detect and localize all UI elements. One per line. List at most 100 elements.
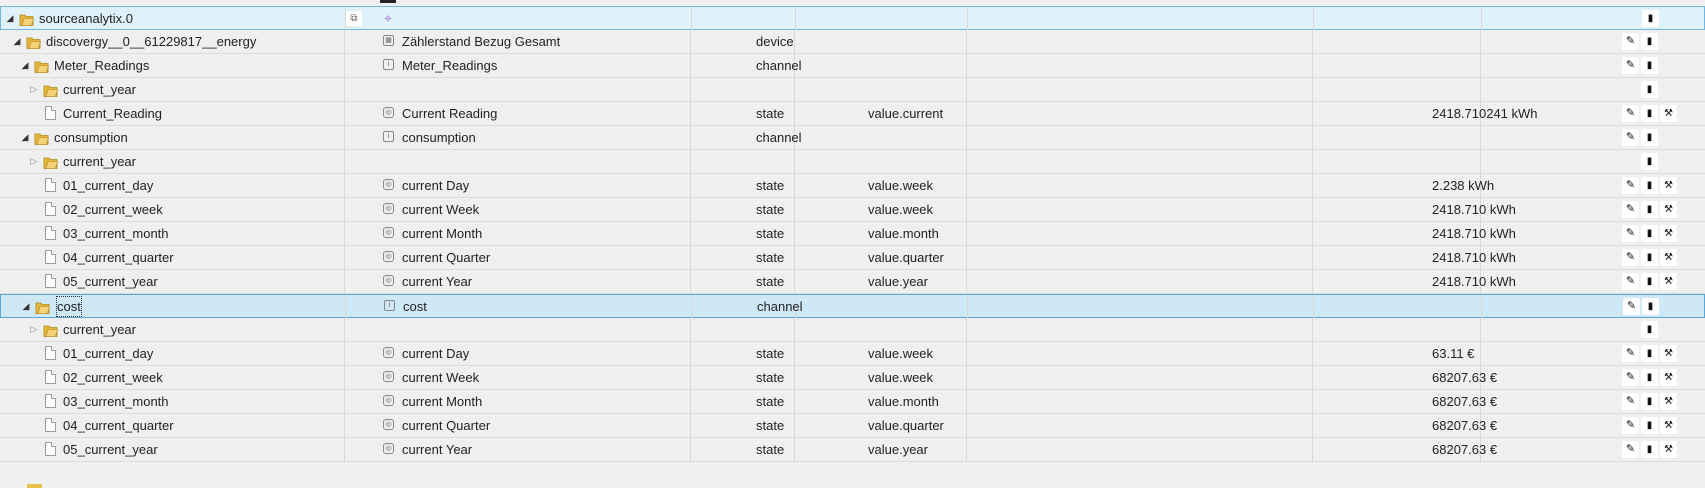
delete-trash-icon[interactable]: ▮ [1641, 273, 1658, 290]
settings-wrench-icon[interactable]: ⚒ [1660, 441, 1677, 458]
title-cell: ◎ Current Reading [380, 102, 750, 125]
tree-row[interactable]: 02_current_week ◎ current Week state value.w… [0, 198, 1705, 222]
object-title: current Year [402, 442, 473, 457]
settings-wrench-icon[interactable]: ⚒ [1660, 201, 1677, 218]
object-value [1432, 126, 1612, 149]
column-resize-marker[interactable] [380, 0, 396, 3]
tree-row[interactable]: 04_current_quarter ◎ current Quarter state v… [0, 414, 1705, 438]
triangle-right-icon[interactable]: ▷ [28, 78, 40, 101]
settings-wrench-icon[interactable]: ⚒ [1660, 345, 1677, 362]
actions-cell: ▮ [1615, 7, 1705, 30]
settings-wrench-icon[interactable]: ⚒ [1660, 249, 1677, 266]
edit-pencil-icon[interactable]: ✎ [1622, 441, 1639, 458]
delete-trash-icon[interactable]: ▮ [1641, 57, 1658, 74]
tree-row[interactable]: 05_current_year ◎ current Year state value.y… [0, 270, 1705, 294]
edit-pencil-icon[interactable]: ✎ [1622, 33, 1639, 50]
triangle-down-icon[interactable]: ◢ [20, 295, 32, 318]
tree-row[interactable]: 04_current_quarter ◎ current Quarter state v… [0, 246, 1705, 270]
tree-row[interactable]: 03_current_month ◎ current Month state value… [0, 222, 1705, 246]
title-cell: ◎ current Quarter [380, 246, 750, 269]
settings-wrench-icon[interactable]: ⚒ [1660, 417, 1677, 434]
actions-cell: ✎ ▮ [1614, 126, 1705, 149]
object-type: channel [756, 130, 802, 145]
triangle-down-icon[interactable]: ◢ [19, 126, 31, 149]
delete-trash-icon[interactable]: ▮ [1641, 129, 1658, 146]
edit-pencil-icon[interactable]: ✎ [1622, 273, 1639, 290]
delete-trash-icon[interactable]: ▮ [1641, 201, 1658, 218]
delete-trash-icon[interactable]: ▮ [1641, 393, 1658, 410]
column-divider [1313, 295, 1314, 319]
edit-pencil-icon[interactable]: ✎ [1622, 129, 1639, 146]
title-cell: ◎ current Month [380, 390, 750, 413]
tree-row[interactable]: ▷ current_year ▮ [0, 150, 1705, 174]
title-cell: ⌖ [381, 7, 751, 30]
edit-pencil-icon[interactable]: ✎ [1622, 177, 1639, 194]
tree-row[interactable]: ◢ discovergy__0__61229817__energy ▦ Zählers… [0, 30, 1705, 54]
edit-pencil-icon[interactable]: ✎ [1622, 345, 1639, 362]
edit-pencil-icon[interactable]: ✎ [1622, 57, 1639, 74]
column-divider [1312, 150, 1313, 174]
triangle-down-icon[interactable]: ◢ [19, 54, 31, 77]
delete-trash-icon[interactable]: ▮ [1641, 369, 1658, 386]
settings-wrench-icon[interactable]: ⚒ [1660, 105, 1677, 122]
column-divider [1312, 174, 1313, 198]
delete-trash-icon[interactable]: ▮ [1642, 10, 1659, 27]
object-type: channel [756, 58, 802, 73]
tree-row[interactable]: Current_Reading ◎ Current Reading state valu… [0, 102, 1705, 126]
tree-row[interactable]: ▷ current_year ▮ [0, 318, 1705, 342]
delete-trash-icon[interactable]: ▮ [1641, 105, 1658, 122]
object-role [869, 7, 1049, 30]
settings-wrench-icon[interactable]: ⚒ [1660, 273, 1677, 290]
edit-pencil-icon[interactable]: ✎ [1623, 298, 1640, 315]
delete-trash-icon[interactable]: ▮ [1641, 321, 1658, 338]
object-role [868, 150, 1048, 173]
delete-trash-icon[interactable]: ▮ [1641, 33, 1658, 50]
tree-row[interactable]: ◢ consumption ⅰ consumption channel ✎ ▮ [0, 126, 1705, 150]
tree-row[interactable]: ◢ Meter_Readings ⅰ Meter_Readings channel ✎ ▮ [0, 54, 1705, 78]
tree-row[interactable]: 01_current_day ◎ current Day state value.wee… [0, 342, 1705, 366]
tree-row[interactable]: ▷ current_year ▮ [0, 78, 1705, 102]
tree-row[interactable]: 01_current_day ◎ current Day state value.wee… [0, 174, 1705, 198]
delete-trash-icon[interactable]: ▮ [1641, 249, 1658, 266]
settings-wrench-icon[interactable]: ⚒ [1660, 225, 1677, 242]
edit-pencil-icon[interactable]: ✎ [1622, 225, 1639, 242]
delete-trash-icon[interactable]: ▮ [1642, 298, 1659, 315]
settings-wrench-icon[interactable]: ⚒ [1660, 177, 1677, 194]
edit-pencil-icon[interactable]: ✎ [1622, 105, 1639, 122]
object-type: state [756, 202, 785, 217]
triangle-right-icon[interactable]: ▷ [28, 318, 40, 341]
object-title: consumption [402, 130, 476, 145]
tree-row[interactable]: ◢ sourceanalytix.0 ⧉ ⌖ ▮ [0, 6, 1705, 31]
delete-trash-icon[interactable]: ▮ [1641, 225, 1658, 242]
column-divider [1312, 438, 1313, 462]
triangle-right-icon[interactable]: ▷ [28, 150, 40, 173]
triangle-down-icon[interactable]: ◢ [11, 30, 23, 53]
object-type [756, 318, 861, 341]
object-title: current Month [402, 394, 483, 409]
file-icon [45, 106, 56, 120]
delete-trash-icon[interactable]: ▮ [1641, 177, 1658, 194]
triangle-down-icon[interactable]: ◢ [4, 7, 16, 30]
edit-pencil-icon[interactable]: ✎ [1622, 249, 1639, 266]
column-divider [1312, 78, 1313, 102]
edit-pencil-icon[interactable]: ✎ [1622, 417, 1639, 434]
edit-pencil-icon[interactable]: ✎ [1622, 393, 1639, 410]
delete-trash-icon[interactable]: ▮ [1641, 417, 1658, 434]
state-type-icon: ◎ [383, 275, 394, 286]
actions-cell: ✎ ▮ [1615, 295, 1705, 318]
settings-wrench-icon[interactable]: ⚒ [1660, 393, 1677, 410]
delete-trash-icon[interactable]: ▮ [1641, 81, 1658, 98]
settings-wrench-icon[interactable]: ⚒ [1660, 369, 1677, 386]
delete-trash-icon[interactable]: ▮ [1641, 153, 1658, 170]
tree-row[interactable]: ◢ cost ⅰ cost channel ✎ ▮ [0, 294, 1705, 319]
copy-icon[interactable]: ⧉ [346, 11, 362, 26]
actions-cell: ✎ ▮ ⚒ [1614, 222, 1705, 245]
tree-row[interactable]: 02_current_week ◎ current Week state value.w… [0, 366, 1705, 390]
tree-row[interactable]: 05_current_year ◎ current Year state value.y… [0, 438, 1705, 462]
edit-pencil-icon[interactable]: ✎ [1622, 201, 1639, 218]
tree-row[interactable]: 03_current_month ◎ current Month state value… [0, 390, 1705, 414]
edit-pencil-icon[interactable]: ✎ [1622, 369, 1639, 386]
delete-trash-icon[interactable]: ▮ [1641, 345, 1658, 362]
delete-trash-icon[interactable]: ▮ [1641, 441, 1658, 458]
object-id-label: consumption [54, 130, 128, 145]
